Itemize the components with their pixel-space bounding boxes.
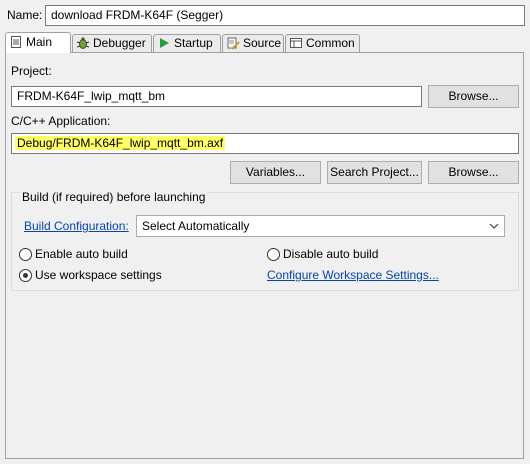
build-configuration-link[interactable]: Build Configuration: xyxy=(24,218,129,234)
build-configuration-select[interactable]: Select Automatically xyxy=(136,215,505,237)
launch-name-input[interactable]: download FRDM-K64F (Segger) xyxy=(45,5,525,26)
use-workspace-settings-label: Use workspace settings xyxy=(35,268,162,282)
application-input[interactable]: Debug/FRDM-K64F_lwip_mqtt_bm.axf xyxy=(11,133,519,154)
common-icon xyxy=(289,36,303,50)
configure-workspace-settings-link[interactable]: Configure Workspace Settings... xyxy=(267,267,439,283)
tab-bar: Main Debugger Startup Source Common xyxy=(5,32,524,53)
disable-auto-build-radio[interactable] xyxy=(267,248,280,261)
bug-icon xyxy=(76,36,90,50)
tab-common-label: Common xyxy=(306,36,355,50)
tab-main[interactable]: Main xyxy=(5,32,71,53)
tab-main-label: Main xyxy=(26,35,53,49)
application-browse-button[interactable]: Browse... xyxy=(428,161,519,184)
enable-auto-build-radio[interactable] xyxy=(19,248,32,261)
tab-startup[interactable]: Startup xyxy=(153,34,221,52)
search-project-button[interactable]: Search Project... xyxy=(327,161,422,184)
tab-common[interactable]: Common xyxy=(285,34,360,52)
page-icon xyxy=(9,35,23,49)
enable-auto-build-label: Enable auto build xyxy=(35,247,128,261)
use-workspace-settings-radio[interactable] xyxy=(19,269,32,282)
project-label: Project: xyxy=(11,64,52,78)
project-input[interactable]: FRDM-K64F_lwip_mqtt_bm xyxy=(11,86,422,107)
name-label: Name: xyxy=(7,8,43,22)
play-icon xyxy=(157,36,171,50)
project-browse-button[interactable]: Browse... xyxy=(428,85,519,108)
disable-auto-build-label: Disable auto build xyxy=(283,247,379,261)
tab-debugger-label: Debugger xyxy=(93,36,146,50)
build-group-title: Build (if required) before launching xyxy=(20,189,208,205)
tab-debugger[interactable]: Debugger xyxy=(72,34,152,52)
variables-button[interactable]: Variables... xyxy=(230,161,321,184)
tab-source[interactable]: Source xyxy=(222,34,284,52)
application-value: Debug/FRDM-K64F_lwip_mqtt_bm.axf xyxy=(15,136,226,150)
tab-source-label: Source xyxy=(243,36,282,50)
application-label: C/C++ Application: xyxy=(11,114,111,128)
build-configuration-value: Select Automatically xyxy=(142,219,250,233)
source-icon xyxy=(226,36,240,50)
tab-startup-label: Startup xyxy=(174,36,213,50)
chevron-down-icon xyxy=(489,216,499,236)
